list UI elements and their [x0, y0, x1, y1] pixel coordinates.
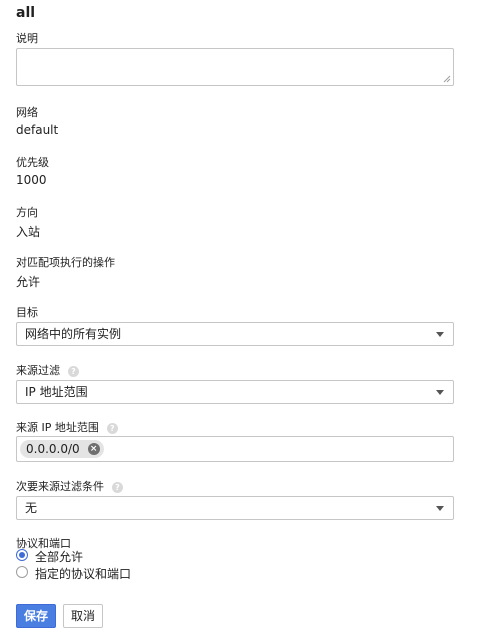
direction-label: 方向 — [16, 206, 38, 219]
help-icon[interactable]: ? — [112, 482, 123, 493]
source-filter-label-text: 来源过滤 — [16, 364, 60, 377]
remove-chip-icon[interactable]: × — [87, 443, 100, 455]
description-label: 说明 — [16, 32, 38, 45]
priority-value: 1000 — [16, 173, 47, 187]
secondary-source-filter-select[interactable]: 无 — [16, 496, 454, 520]
target-label: 目标 — [16, 306, 38, 319]
cancel-button[interactable]: 取消 — [63, 604, 103, 628]
radio-button-unchecked[interactable] — [16, 566, 28, 578]
source-ip-ranges-label: 来源 IP 地址范围? — [16, 419, 118, 435]
priority-label: 优先级 — [16, 156, 49, 169]
network-value: default — [16, 123, 59, 137]
source-filter-select[interactable]: IP 地址范围 — [16, 380, 454, 404]
action-label: 对匹配项执行的操作 — [16, 256, 115, 269]
target-select-value: 网络中的所有实例 — [25, 327, 122, 341]
network-label: 网络 — [16, 106, 38, 119]
resize-handle-icon[interactable] — [443, 75, 451, 83]
radio-button-checked[interactable] — [16, 549, 28, 561]
source-filter-select-value: IP 地址范围 — [25, 385, 88, 399]
description-textarea[interactable] — [16, 48, 454, 86]
radio-allow-all-label: 全部允许 — [35, 550, 84, 564]
rule-name: all — [16, 5, 36, 21]
radio-specified-protocols-label: 指定的协议和端口 — [35, 567, 132, 581]
secondary-source-filter-label-text: 次要来源过滤条件 — [16, 480, 104, 493]
dropdown-arrow-icon — [436, 506, 444, 511]
save-button[interactable]: 保存 — [16, 604, 56, 628]
secondary-source-filter-label: 次要来源过滤条件? — [16, 478, 123, 494]
target-select[interactable]: 网络中的所有实例 — [16, 322, 454, 346]
direction-value: 入站 — [16, 225, 41, 239]
source-ip-ranges-label-text: 来源 IP 地址范围 — [16, 421, 99, 434]
ip-range-chip: 0.0.0.0/0 × — [20, 440, 104, 458]
dropdown-arrow-icon — [436, 332, 444, 337]
help-icon[interactable]: ? — [68, 366, 79, 377]
dropdown-arrow-icon — [436, 390, 444, 395]
help-icon[interactable]: ? — [106, 423, 118, 434]
ip-range-chip-label: 0.0.0.0/0 — [26, 442, 80, 456]
action-value: 允许 — [16, 275, 41, 289]
source-filter-label: 来源过滤? — [16, 362, 79, 378]
secondary-source-filter-select-value: 无 — [25, 501, 38, 515]
source-ip-ranges-input[interactable]: 0.0.0.0/0 × — [16, 436, 454, 462]
